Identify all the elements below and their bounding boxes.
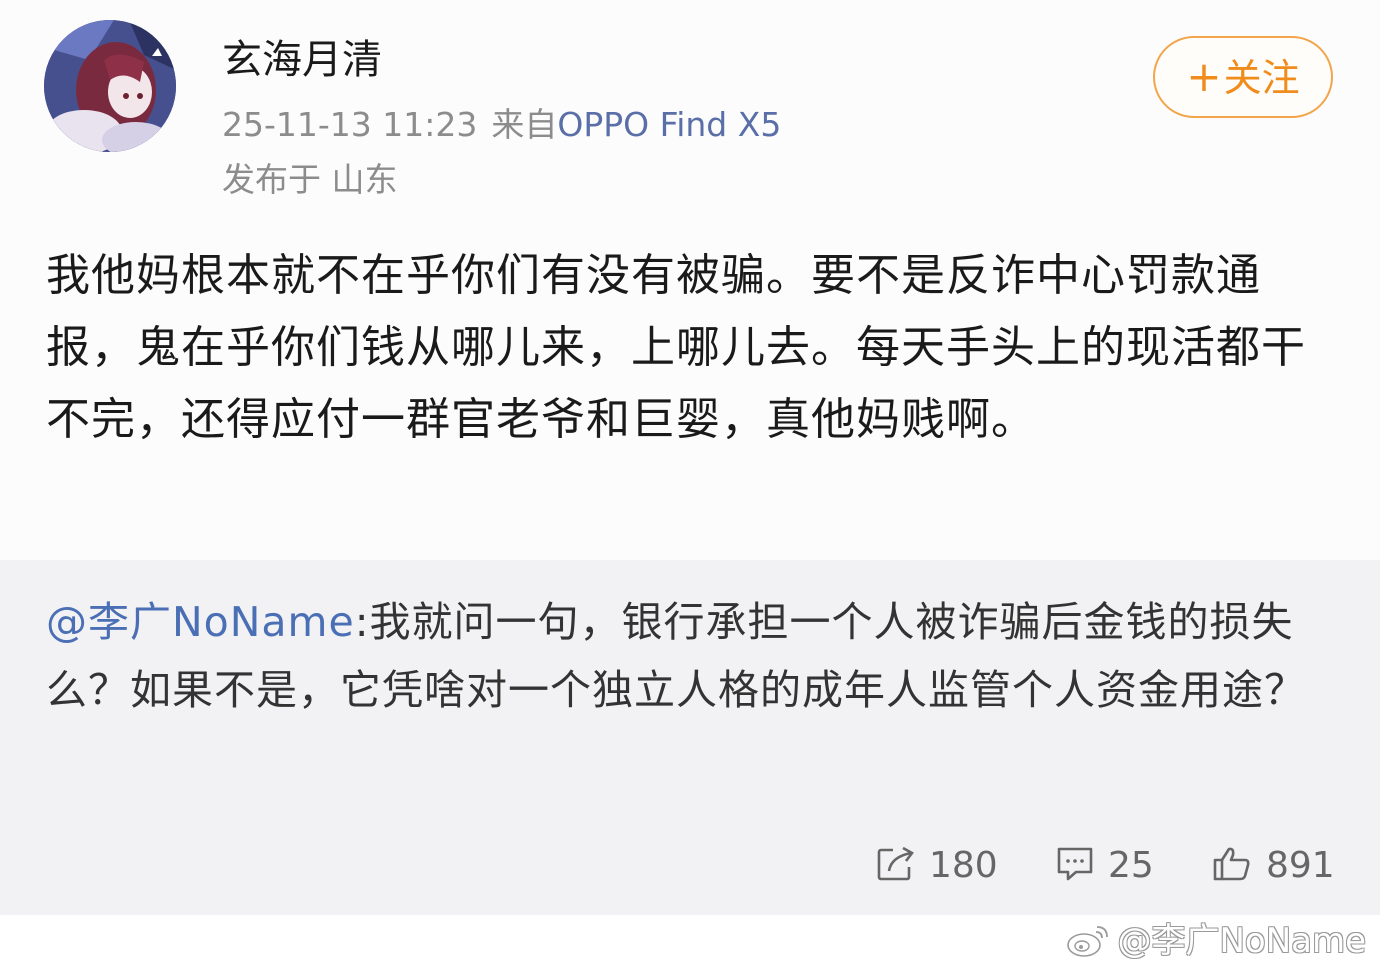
- source-prefix: 来自: [491, 105, 558, 144]
- plus-icon: +: [1186, 52, 1222, 101]
- like-button[interactable]: 891: [1212, 840, 1335, 892]
- share-button[interactable]: 180: [877, 840, 998, 892]
- avatar[interactable]: [44, 20, 176, 152]
- post-meta: 25-11-13 11:23 来自OPPO Find X5: [222, 103, 781, 147]
- post-card: 玄海月清 25-11-13 11:23 来自OPPO Find X5 发布于 山东…: [0, 0, 1380, 560]
- repost-card[interactable]: @李广NoName:我就问一句，银行承担一个人被诈骗后金钱的损失么？如果不是，它…: [0, 560, 1380, 915]
- comment-button[interactable]: 25: [1056, 840, 1154, 892]
- timestamp: 25-11-13 11:23: [222, 105, 478, 144]
- avatar-image: [44, 20, 176, 152]
- footer: @李广NoName: [0, 915, 1380, 970]
- follow-button[interactable]: +关注: [1153, 36, 1333, 118]
- mention-link[interactable]: @李广NoName: [46, 598, 355, 646]
- comment-icon: [1057, 847, 1093, 881]
- weibo-logo-icon: [1067, 925, 1109, 957]
- repost-body: @李广NoName:我就问一句，银行承担一个人被诈骗后金钱的损失么？如果不是，它…: [46, 588, 1336, 724]
- like-count: 891: [1266, 845, 1335, 886]
- watermark-text: @李广NoName: [1117, 921, 1366, 961]
- share-count: 180: [929, 845, 998, 886]
- comment-count: 25: [1108, 845, 1154, 886]
- watermark: @李广NoName: [1065, 919, 1366, 963]
- like-icon: [1213, 847, 1250, 881]
- follow-label: 关注: [1223, 56, 1300, 100]
- source-device[interactable]: OPPO Find X5: [557, 105, 781, 144]
- username[interactable]: 玄海月清: [222, 32, 382, 88]
- share-icon: [877, 847, 914, 881]
- post-body: 我他妈根本就不在乎你们有没有被骗。要不是反诈中心罚款通报，鬼在乎你们钱从哪儿来，…: [46, 250, 1306, 445]
- location: 发布于 山东: [222, 160, 398, 199]
